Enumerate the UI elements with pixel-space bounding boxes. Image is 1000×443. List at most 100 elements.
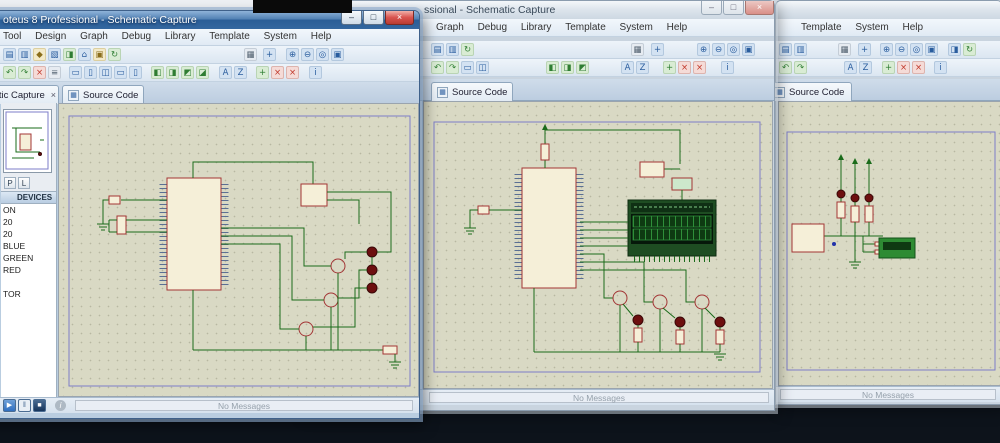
zoom-out-icon[interactable]: ⊖ <box>712 43 725 56</box>
titlebar[interactable] <box>776 1 1000 19</box>
menu-help[interactable]: Help <box>667 22 688 33</box>
device-item[interactable]: 20 <box>1 228 56 240</box>
zoom-area-icon[interactable]: ▣ <box>742 43 755 56</box>
delete-icon[interactable]: × <box>33 66 46 79</box>
toolbar-icon[interactable]: ◆ <box>33 48 46 61</box>
info-icon[interactable]: i <box>934 61 947 74</box>
delete-icon[interactable]: × <box>286 66 299 79</box>
zoom-all-icon[interactable]: ◎ <box>910 43 923 56</box>
device-item[interactable]: ON <box>1 204 56 216</box>
minimize-button[interactable]: – <box>701 1 722 15</box>
menu-library[interactable]: Library <box>521 22 552 33</box>
redo-icon[interactable]: ↷ <box>18 66 31 79</box>
menu-debug[interactable]: Debug <box>478 22 507 33</box>
tab-schematic-capture[interactable]: ▦ Schematic Capture × <box>0 85 59 104</box>
pan-icon[interactable]: + <box>858 43 871 56</box>
add-icon[interactable]: + <box>256 66 269 79</box>
toolbar-icon[interactable]: ▤ <box>431 43 444 56</box>
toolbar-icon[interactable]: ▥ <box>446 43 459 56</box>
toolbar-icon[interactable]: ◨ <box>561 61 574 74</box>
toolbar-icon[interactable]: ◨ <box>948 43 961 56</box>
menu-help[interactable]: Help <box>902 22 923 33</box>
toolbar-icon[interactable]: ◩ <box>181 66 194 79</box>
menu-design[interactable]: Design <box>35 31 66 42</box>
toolbar-icon[interactable]: ↻ <box>963 43 976 56</box>
zoom-all-icon[interactable]: ◎ <box>727 43 740 56</box>
delete-icon[interactable]: × <box>912 61 925 74</box>
find-icon[interactable]: Z <box>234 66 247 79</box>
toolbar-icon[interactable]: ◫ <box>99 66 112 79</box>
toolbar-icon[interactable]: ↻ <box>108 48 121 61</box>
toolbar-icon[interactable]: ▯ <box>129 66 142 79</box>
redo-icon[interactable]: ↷ <box>446 61 459 74</box>
zoom-out-icon[interactable]: ⊖ <box>301 48 314 61</box>
toolbar-icon[interactable]: ◪ <box>196 66 209 79</box>
zoom-all-icon[interactable]: ◎ <box>316 48 329 61</box>
delete-icon[interactable]: × <box>678 61 691 74</box>
schematic-overview-preview[interactable] <box>3 109 52 173</box>
toolbar-icon[interactable]: ◨ <box>63 48 76 61</box>
schematic-canvas[interactable] <box>58 103 419 397</box>
menu-tool[interactable]: Tool <box>3 31 21 42</box>
toolbar-icon[interactable]: ▤ <box>779 43 792 56</box>
toolbar-icon[interactable]: ⌂ <box>78 48 91 61</box>
zoom-in-icon[interactable]: ⊕ <box>697 43 710 56</box>
device-item[interactable]: BLUE <box>1 240 56 252</box>
pan-icon[interactable]: + <box>651 43 664 56</box>
zoom-out-icon[interactable]: ⊖ <box>895 43 908 56</box>
menu-template[interactable]: Template <box>565 22 606 33</box>
toolbar-icon[interactable]: ◧ <box>546 61 559 74</box>
menu-template[interactable]: Template <box>209 31 250 42</box>
toolbar-icon[interactable]: ▧ <box>48 48 61 61</box>
toolbar-icon[interactable]: ▭ <box>114 66 127 79</box>
toolbar-icon[interactable]: ≡ <box>48 66 61 79</box>
toolbar-icon[interactable]: ◧ <box>151 66 164 79</box>
menu-system[interactable]: System <box>620 22 653 33</box>
schematic-canvas[interactable] <box>423 101 773 389</box>
device-item[interactable]: RED <box>1 264 56 276</box>
toolbar-icon[interactable]: ↻ <box>461 43 474 56</box>
menu-system[interactable]: System <box>264 31 297 42</box>
toolbar-icon[interactable]: ▥ <box>794 43 807 56</box>
toolbar-icon[interactable]: ▯ <box>84 66 97 79</box>
device-item[interactable]: 20 <box>1 216 56 228</box>
undo-icon[interactable]: ↶ <box>779 61 792 74</box>
grid-icon[interactable]: ▦ <box>244 48 257 61</box>
zoom-in-icon[interactable]: ⊕ <box>286 48 299 61</box>
toolbar-icon[interactable]: ◩ <box>576 61 589 74</box>
toolbar-icon[interactable]: ▭ <box>461 61 474 74</box>
find-icon[interactable]: A <box>219 66 232 79</box>
find-icon[interactable]: A <box>844 61 857 74</box>
pan-icon[interactable]: + <box>263 48 276 61</box>
zoom-area-icon[interactable]: ▣ <box>331 48 344 61</box>
menu-debug[interactable]: Debug <box>122 31 151 42</box>
minimize-button[interactable]: – <box>341 11 362 25</box>
close-button[interactable]: × <box>385 11 414 25</box>
tab-close-icon[interactable]: × <box>850 87 852 97</box>
undo-icon[interactable]: ↶ <box>3 66 16 79</box>
grid-icon[interactable]: ▦ <box>838 43 851 56</box>
find-icon[interactable]: Z <box>636 61 649 74</box>
zoom-in-icon[interactable]: ⊕ <box>880 43 893 56</box>
tab-source-code[interactable]: ▦ Source Code × <box>431 82 513 101</box>
zoom-area-icon[interactable]: ▣ <box>925 43 938 56</box>
undo-icon[interactable]: ↶ <box>431 61 444 74</box>
delete-icon[interactable]: × <box>897 61 910 74</box>
device-item[interactable]: GREEN <box>1 252 56 264</box>
toolbar-icon[interactable]: ▥ <box>18 48 31 61</box>
menu-help[interactable]: Help <box>311 31 332 42</box>
info-icon[interactable]: i <box>721 61 734 74</box>
redo-icon[interactable]: ↷ <box>794 61 807 74</box>
menu-template[interactable]: Template <box>801 22 842 33</box>
toolbar-icon[interactable]: ▣ <box>93 48 106 61</box>
library-button[interactable]: L <box>18 177 30 189</box>
stop-button[interactable]: ■ <box>33 399 46 412</box>
device-item[interactable]: TOR <box>1 288 56 300</box>
add-icon[interactable]: + <box>882 61 895 74</box>
menu-library[interactable]: Library <box>165 31 196 42</box>
toolbar-icon[interactable]: ◨ <box>166 66 179 79</box>
menu-graph[interactable]: Graph <box>80 31 108 42</box>
schematic-canvas[interactable] <box>778 101 1000 386</box>
find-icon[interactable]: Z <box>859 61 872 74</box>
tab-close-icon[interactable]: × <box>51 90 56 100</box>
